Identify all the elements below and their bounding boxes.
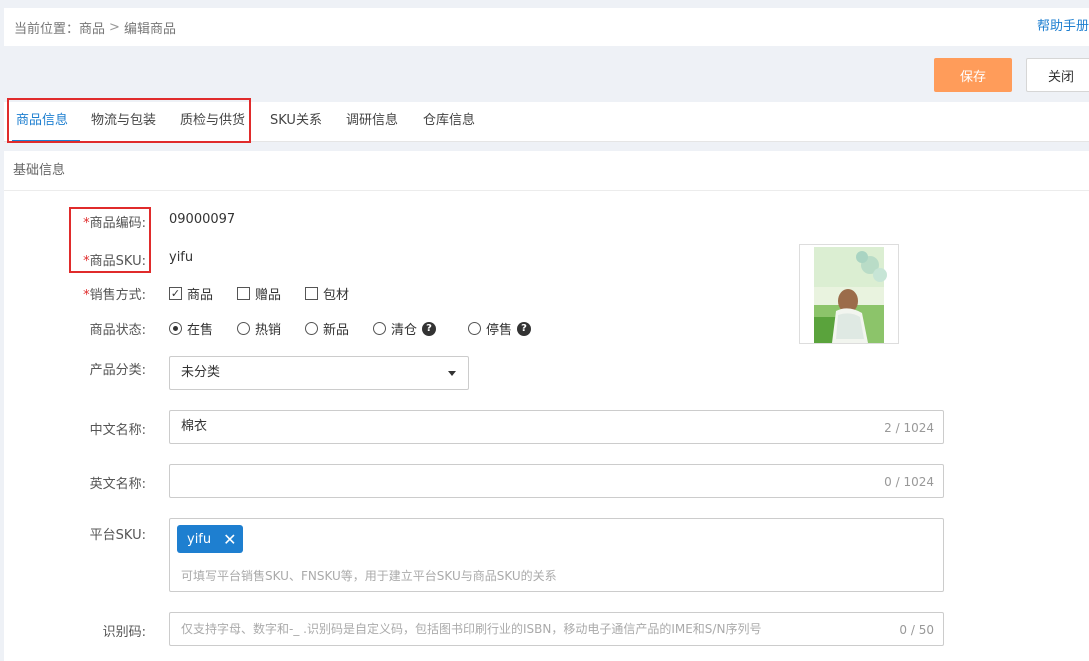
- identification-code-counter: 0 / 50: [899, 623, 934, 637]
- status-on-sale-radio[interactable]: 在售: [169, 319, 213, 338]
- category-select[interactable]: 未分类: [169, 356, 469, 390]
- platform-sku-tag-input[interactable]: yifu ✕ 可填写平台销售SKU、FNSKU等，用于建立平台SKU与商品SKU…: [169, 518, 944, 592]
- close-icon[interactable]: ✕: [223, 530, 236, 549]
- sale-mode-gift-checkbox[interactable]: 赠品: [237, 284, 281, 303]
- radio-empty-icon: [237, 322, 250, 335]
- platform-sku-tag: yifu ✕: [177, 525, 243, 553]
- category-label: 产品分类:: [89, 363, 146, 378]
- radio-empty-icon: [468, 322, 481, 335]
- sale-mode-goods-checkbox[interactable]: ✓ 商品: [169, 284, 213, 303]
- chinese-name-label: 中文名称:: [89, 423, 146, 438]
- product-sku-value: yifu: [169, 250, 194, 265]
- status-discontinued-radio[interactable]: 停售?: [468, 319, 532, 338]
- platform-sku-placeholder: 可填写平台销售SKU、FNSKU等，用于建立平台SKU与商品SKU的关系: [181, 569, 557, 583]
- product-image-thumbnail[interactable]: [799, 244, 899, 344]
- tab-research-info[interactable]: 调研信息: [346, 102, 398, 142]
- close-button[interactable]: 关闭: [1026, 58, 1089, 92]
- highlight-box-tabs: [7, 98, 251, 143]
- product-code-value: 09000097: [169, 212, 236, 227]
- breadcrumb: 当前位置： 商品 > 编辑商品 帮助手册: [4, 8, 1089, 46]
- tab-sku-relation[interactable]: SKU关系: [270, 102, 322, 142]
- breadcrumb-item-goods[interactable]: 商品: [79, 18, 105, 37]
- breadcrumb-prefix: 当前位置：: [14, 21, 80, 37]
- highlight-box-code-sku: [69, 207, 151, 273]
- sale-mode-label: *销售方式:: [83, 288, 146, 303]
- radio-selected-icon: [169, 322, 182, 335]
- question-help-icon[interactable]: ?: [422, 321, 437, 336]
- english-name-input[interactable]: 0 / 1024: [169, 464, 944, 498]
- breadcrumb-separator: >: [109, 19, 120, 35]
- radio-empty-icon: [305, 322, 318, 335]
- chinese-name-counter: 2 / 1024: [884, 421, 934, 435]
- sale-mode-packaging-checkbox[interactable]: 包材: [305, 284, 349, 303]
- section-title: 基础信息: [4, 151, 1089, 191]
- product-image: [814, 247, 887, 343]
- checkbox-empty-icon: [305, 287, 318, 300]
- product-status-label: 商品状态:: [89, 323, 146, 338]
- english-name-counter: 0 / 1024: [884, 475, 934, 489]
- status-clearance-radio[interactable]: 清仓?: [373, 319, 437, 338]
- identification-code-placeholder: 仅支持字母、数字和-_ .识别码是自定义码，包括图书印刷行业的ISBN，移动电子…: [181, 622, 762, 636]
- status-hot-radio[interactable]: 热销: [237, 319, 281, 338]
- chinese-name-value: 棉衣: [181, 419, 208, 434]
- identification-code-input[interactable]: 仅支持字母、数字和-_ .识别码是自定义码，包括图书印刷行业的ISBN，移动电子…: [169, 612, 944, 646]
- caret-down-icon: [448, 371, 456, 376]
- chinese-name-input[interactable]: 棉衣 2 / 1024: [169, 410, 944, 444]
- tab-warehouse-info[interactable]: 仓库信息: [423, 102, 475, 142]
- platform-sku-label: 平台SKU:: [89, 528, 146, 543]
- question-help-icon[interactable]: ?: [517, 321, 532, 336]
- breadcrumb-item-edit-goods: 编辑商品: [123, 21, 176, 37]
- radio-empty-icon: [373, 322, 386, 335]
- english-name-label: 英文名称:: [89, 477, 146, 492]
- help-manual-link[interactable]: 帮助手册: [1037, 8, 1089, 46]
- identification-code-label: 识别码:: [102, 625, 146, 640]
- checkbox-checked-icon: ✓: [169, 287, 182, 300]
- save-button[interactable]: 保存: [934, 58, 1012, 92]
- status-new-radio[interactable]: 新品: [305, 319, 349, 338]
- category-selected-value: 未分类: [181, 365, 221, 380]
- checkbox-empty-icon: [237, 287, 250, 300]
- platform-sku-tag-label: yifu: [187, 531, 212, 547]
